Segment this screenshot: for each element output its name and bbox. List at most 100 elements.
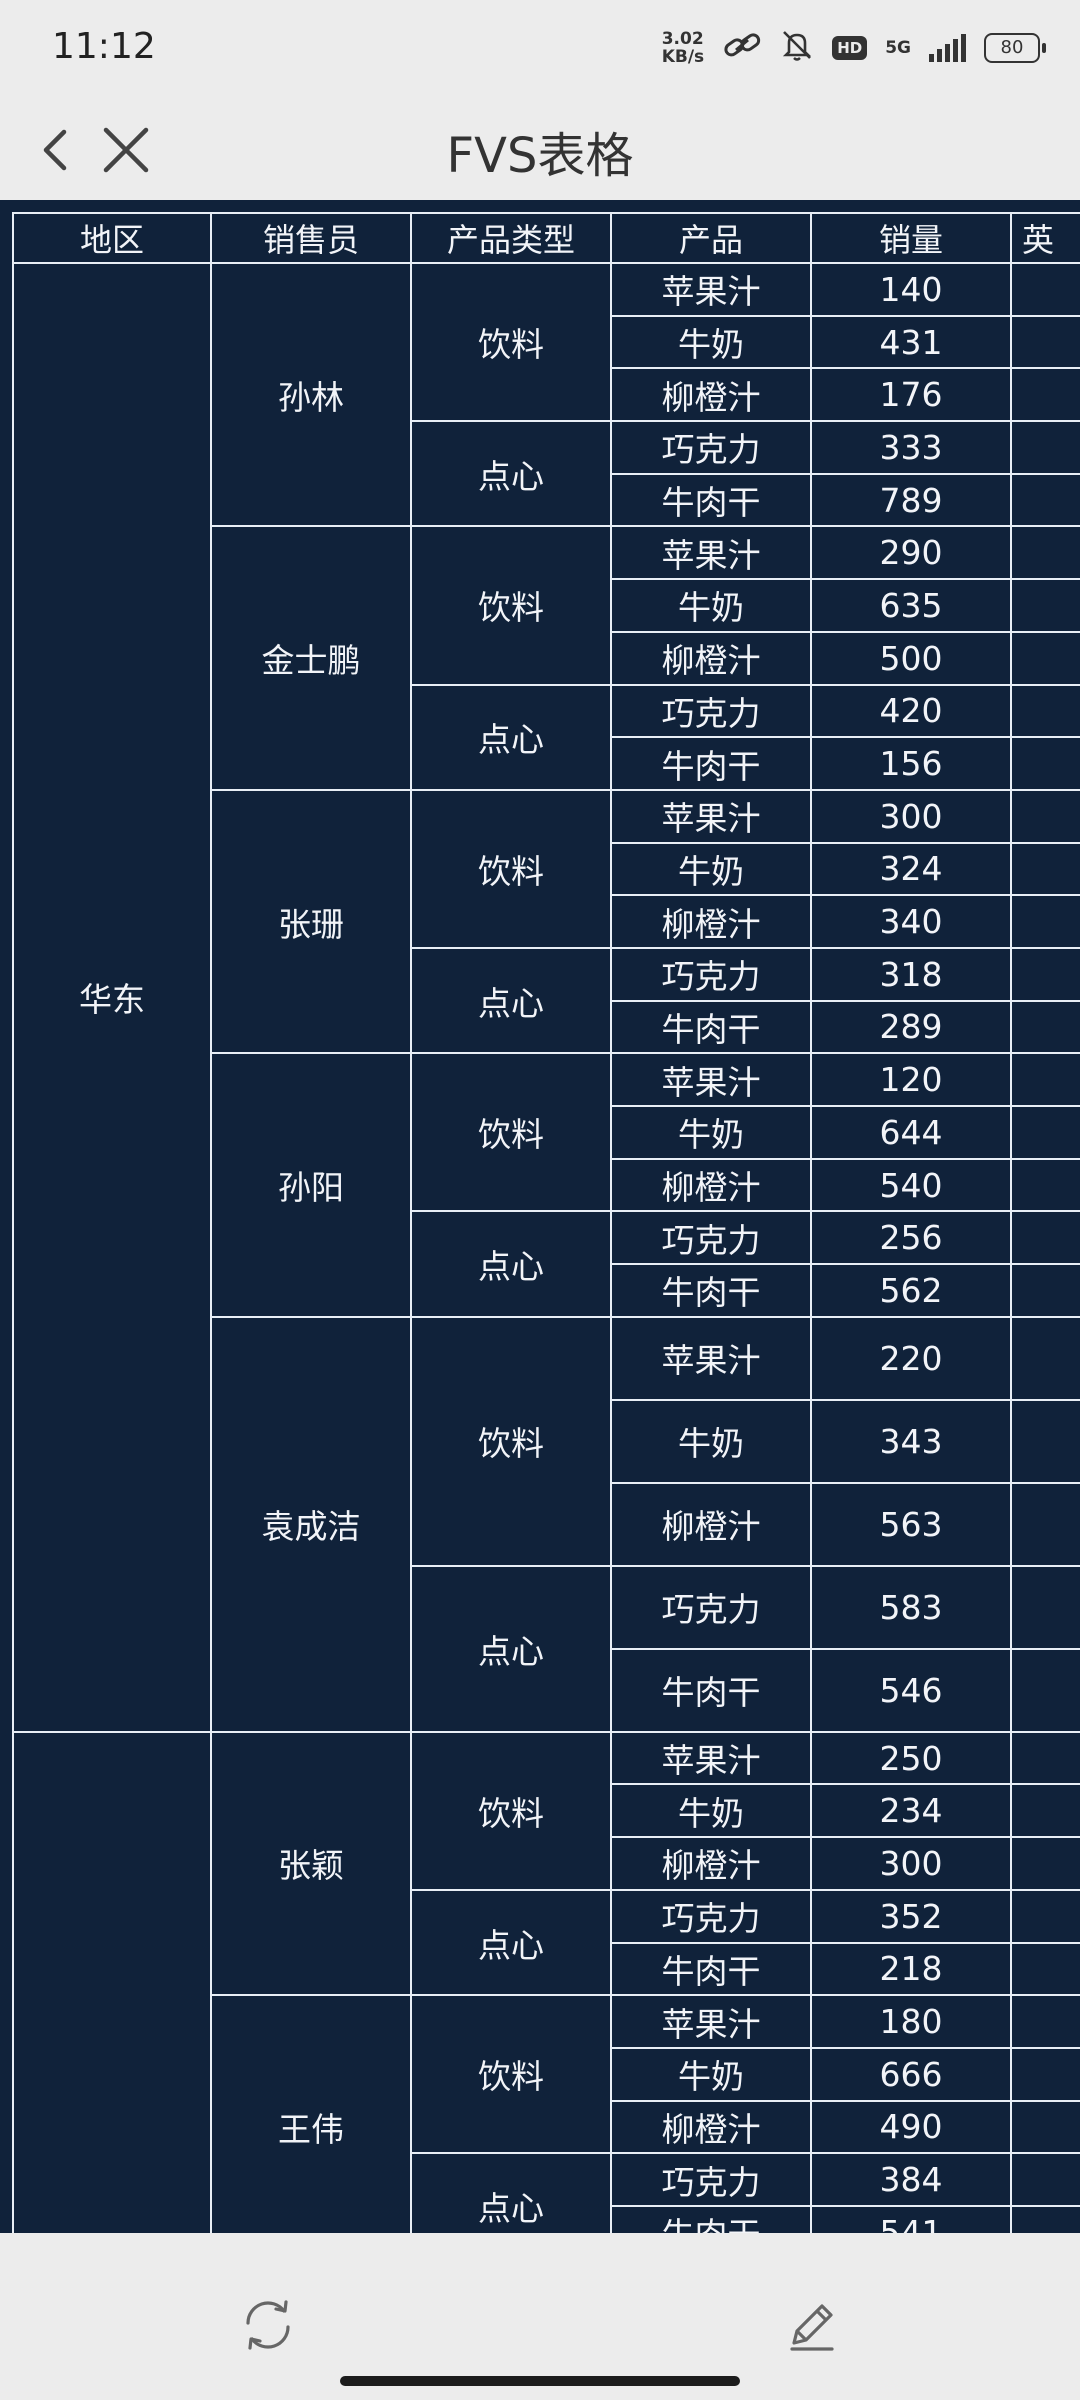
category-cell[interactable]: 点心 (410, 1888, 612, 1997)
product-cell[interactable]: 柳橙汁 (610, 1836, 812, 1891)
sales-cell[interactable]: 290 (810, 525, 1012, 581)
sales-cell[interactable]: 140 (810, 262, 1012, 317)
product-cell[interactable]: 牛奶 (610, 1783, 812, 1839)
header-cell-category[interactable]: 产品类型 (410, 212, 612, 264)
sales-cell[interactable]: 343 (810, 1398, 1012, 1484)
sales-cell[interactable]: 180 (810, 1994, 1012, 2049)
category-cell[interactable]: 点心 (410, 2152, 612, 2233)
header-cell-region[interactable]: 地区 (12, 212, 212, 264)
english-cell[interactable]: zha (1010, 1783, 1080, 1839)
sales-cell[interactable]: 300 (810, 1836, 1012, 1891)
product-cell[interactable]: 牛肉干 (610, 2204, 812, 2233)
product-cell[interactable]: 巧克力 (610, 1564, 812, 1650)
english-cell[interactable]: su (1010, 1263, 1080, 1318)
sales-cell[interactable]: 318 (810, 946, 1012, 1002)
product-cell[interactable]: 柳橙汁 (610, 894, 812, 949)
product-cell[interactable]: 巧克力 (610, 683, 812, 739)
salesperson-cell[interactable]: 袁成洁 (210, 1315, 412, 1733)
header-cell-product[interactable]: 产品 (610, 212, 812, 264)
category-cell[interactable]: 饮料 (410, 1052, 612, 1213)
sales-cell[interactable]: 500 (810, 630, 1012, 686)
product-cell[interactable]: 苹果汁 (610, 1315, 812, 1401)
home-indicator[interactable] (340, 2376, 740, 2386)
header-cell-sales[interactable]: 销量 (810, 212, 1012, 264)
header-cell-english[interactable]: 英 (1010, 212, 1080, 264)
english-cell[interactable]: wa (1010, 2099, 1080, 2155)
sales-cell[interactable]: 384 (810, 2152, 1012, 2207)
english-cell[interactable]: wa (1010, 2204, 1080, 2233)
sales-cell[interactable]: 120 (810, 1052, 1012, 1107)
sales-cell[interactable]: 300 (810, 788, 1012, 844)
english-cell[interactable]: zha (1010, 841, 1080, 897)
english-cell[interactable]: zha (1010, 1941, 1080, 1997)
category-cell[interactable]: 饮料 (410, 1730, 612, 1891)
category-cell[interactable]: 点心 (410, 1210, 612, 1318)
product-cell[interactable]: 牛奶 (610, 1398, 812, 1484)
sales-cell[interactable]: 156 (810, 736, 1012, 791)
product-cell[interactable]: 牛奶 (610, 841, 812, 897)
english-cell[interactable]: su (1010, 1157, 1080, 1213)
english-cell[interactable]: s (1010, 314, 1080, 370)
product-cell[interactable]: 柳橙汁 (610, 367, 812, 423)
sales-cell[interactable]: 563 (810, 1481, 1012, 1567)
product-cell[interactable]: 牛肉干 (610, 472, 812, 528)
category-cell[interactable]: 点心 (410, 683, 612, 791)
product-cell[interactable]: 牛肉干 (610, 1647, 812, 1733)
sales-cell[interactable]: 490 (810, 2099, 1012, 2155)
product-cell[interactable]: 巧克力 (610, 420, 812, 475)
back-button[interactable] (30, 120, 90, 180)
sales-cell[interactable]: 431 (810, 314, 1012, 370)
sales-cell[interactable]: 289 (810, 999, 1012, 1055)
product-cell[interactable]: 苹果汁 (610, 1730, 812, 1786)
english-cell[interactable]: jins (1010, 736, 1080, 791)
product-cell[interactable]: 柳橙汁 (610, 2099, 812, 2155)
english-cell[interactable]: su (1010, 1105, 1080, 1160)
sales-cell[interactable]: 324 (810, 841, 1012, 897)
product-cell[interactable]: 巧克力 (610, 2152, 812, 2207)
salesperson-cell[interactable]: 张颖 (210, 1730, 412, 1997)
sales-cell[interactable]: 352 (810, 1888, 1012, 1944)
sales-cell[interactable]: 234 (810, 1783, 1012, 1839)
product-cell[interactable]: 柳橙汁 (610, 1157, 812, 1213)
sales-cell[interactable]: 250 (810, 1730, 1012, 1786)
english-cell[interactable]: zha (1010, 1836, 1080, 1891)
product-cell[interactable]: 牛肉干 (610, 1941, 812, 1997)
category-cell[interactable]: 点心 (410, 946, 612, 1055)
english-cell[interactable]: jins (1010, 525, 1080, 581)
salesperson-cell[interactable]: 张珊 (210, 788, 412, 1055)
english-cell[interactable]: zha (1010, 1888, 1080, 1944)
product-cell[interactable]: 牛肉干 (610, 1263, 812, 1318)
salesperson-cell[interactable]: 王伟 (210, 1994, 412, 2233)
salesperson-cell[interactable]: 孙阳 (210, 1052, 412, 1318)
english-cell[interactable]: s (1010, 420, 1080, 475)
salesperson-cell[interactable]: 金士鹏 (210, 525, 412, 791)
english-cell[interactable]: su (1010, 1210, 1080, 1266)
product-cell[interactable]: 苹果汁 (610, 1994, 812, 2049)
header-cell-salesperson[interactable]: 销售员 (210, 212, 412, 264)
english-cell[interactable]: yua (1010, 1398, 1080, 1484)
product-cell[interactable]: 苹果汁 (610, 788, 812, 844)
product-cell[interactable]: 苹果汁 (610, 525, 812, 581)
sales-cell[interactable]: 218 (810, 1941, 1012, 1997)
sales-cell[interactable]: 546 (810, 1647, 1012, 1733)
english-cell[interactable]: su (1010, 1052, 1080, 1107)
product-cell[interactable]: 巧克力 (610, 1210, 812, 1266)
close-button[interactable] (96, 120, 156, 180)
refresh-button[interactable] (236, 2293, 300, 2357)
product-cell[interactable]: 柳橙汁 (610, 1481, 812, 1567)
english-cell[interactable]: wa (1010, 2046, 1080, 2102)
sales-cell[interactable]: 541 (810, 2204, 1012, 2233)
category-cell[interactable]: 饮料 (410, 1994, 612, 2155)
sales-cell[interactable]: 562 (810, 1263, 1012, 1318)
product-cell[interactable]: 巧克力 (610, 946, 812, 1002)
english-cell[interactable]: zha (1010, 894, 1080, 949)
english-cell[interactable]: zha (1010, 788, 1080, 844)
sales-cell[interactable]: 540 (810, 1157, 1012, 1213)
sales-cell[interactable]: 340 (810, 894, 1012, 949)
region-cell[interactable] (12, 1730, 212, 2233)
product-cell[interactable]: 牛奶 (610, 1105, 812, 1160)
sales-cell[interactable]: 176 (810, 367, 1012, 423)
product-cell[interactable]: 苹果汁 (610, 1052, 812, 1107)
english-cell[interactable]: zha (1010, 999, 1080, 1055)
sales-cell[interactable]: 220 (810, 1315, 1012, 1401)
